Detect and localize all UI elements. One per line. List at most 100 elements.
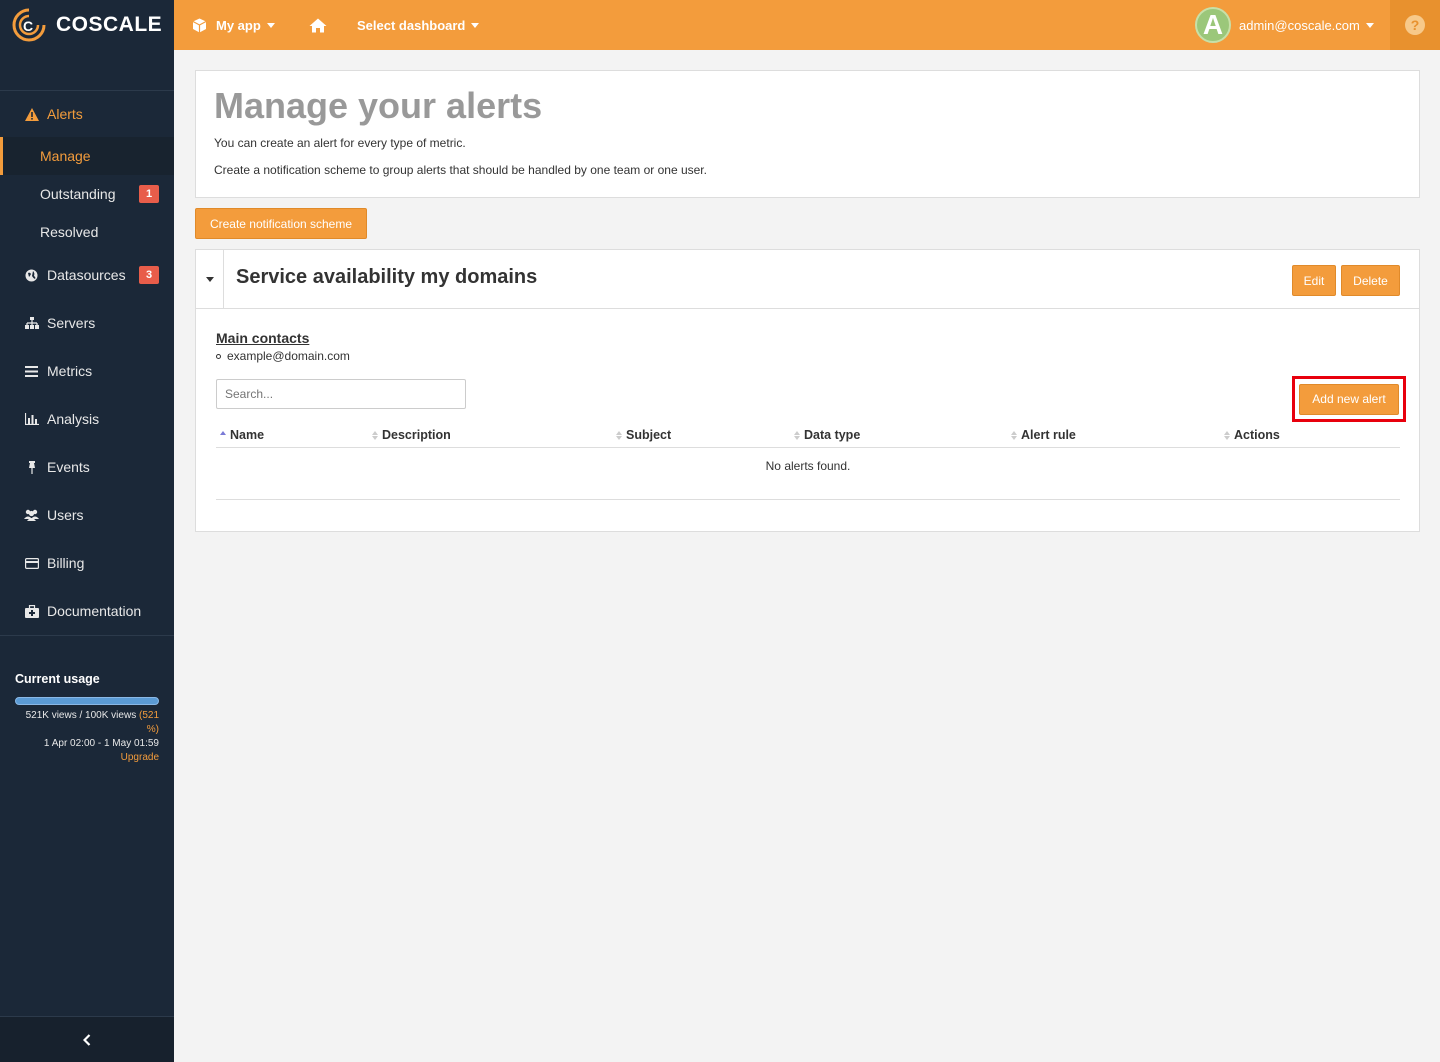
sitemap-icon xyxy=(24,316,39,331)
sidebar-item-events[interactable]: Events xyxy=(0,443,174,491)
sidebar-item-label: Analysis xyxy=(47,411,100,427)
sort-icon xyxy=(616,430,622,440)
sort-icon xyxy=(372,430,378,440)
dashboard-label: Select dashboard xyxy=(357,17,466,33)
sidebar: C COSCALE Alerts Manage Outstanding 1 Re… xyxy=(0,0,174,1062)
app-selector[interactable]: My app xyxy=(192,0,275,50)
main-contacts-title[interactable]: Main contacts xyxy=(216,330,309,346)
column-label: Alert rule xyxy=(1021,428,1076,442)
create-notification-scheme-button[interactable]: Create notification scheme xyxy=(195,208,367,239)
app-label: My app xyxy=(216,17,261,33)
column-label: Data type xyxy=(804,428,861,442)
help-icon: ? xyxy=(1405,15,1425,35)
bar-chart-icon xyxy=(24,412,39,427)
column-header-description[interactable]: Description xyxy=(372,428,451,442)
sort-icon xyxy=(794,430,800,440)
sidebar-item-label: Documentation xyxy=(47,603,142,619)
sidebar-item-alerts[interactable]: Alerts xyxy=(0,91,174,137)
sidebar-item-label: Servers xyxy=(47,315,96,331)
column-header-actions[interactable]: Actions xyxy=(1224,428,1280,442)
column-label: Description xyxy=(382,428,451,442)
sidebar-subitem-resolved[interactable]: Resolved xyxy=(0,213,174,251)
column-header-name[interactable]: Name xyxy=(220,428,264,442)
sidebar-item-billing[interactable]: Billing xyxy=(0,539,174,587)
notification-scheme-panel: Service availability my domains Edit Del… xyxy=(195,249,1420,532)
sidebar-item-analysis[interactable]: Analysis xyxy=(0,395,174,443)
page-title: Manage your alerts xyxy=(214,85,543,126)
sidebar-nav: Alerts Manage Outstanding 1 Resolved Dat… xyxy=(0,90,174,636)
outstanding-count-badge: 1 xyxy=(139,185,159,203)
contact-item: example@domain.com xyxy=(216,349,350,363)
column-header-data-type[interactable]: Data type xyxy=(794,428,860,442)
sidebar-divider xyxy=(0,635,174,636)
svg-text:C: C xyxy=(23,18,33,34)
avatar: A xyxy=(1195,7,1231,43)
page-description-1: You can create an alert for every type o… xyxy=(214,136,466,150)
scheme-header: Service availability my domains Edit Del… xyxy=(196,250,1419,309)
usage-views: 521K views / 100K views (521 %) xyxy=(15,709,159,737)
list-icon xyxy=(24,364,39,379)
add-new-alert-button[interactable]: Add new alert xyxy=(1299,383,1399,415)
search-input[interactable] xyxy=(216,379,466,409)
sort-icon xyxy=(1224,430,1230,440)
sidebar-item-servers[interactable]: Servers xyxy=(0,299,174,347)
datasources-count-badge: 3 xyxy=(139,266,159,284)
delete-button[interactable]: Delete xyxy=(1341,265,1400,296)
brand-name: COSCALE xyxy=(56,13,163,36)
collapse-sidebar-button[interactable] xyxy=(0,1016,174,1062)
sidebar-item-label: Billing xyxy=(47,555,85,571)
sidebar-item-label: Metrics xyxy=(47,363,93,379)
sort-icon xyxy=(1011,430,1017,440)
empty-table-message: No alerts found. xyxy=(216,448,1400,500)
sidebar-subitem-manage[interactable]: Manage xyxy=(0,137,174,175)
upgrade-link[interactable]: Upgrade xyxy=(15,751,159,765)
bullet-icon xyxy=(216,353,221,359)
credit-card-icon xyxy=(24,556,39,571)
home-button[interactable] xyxy=(309,0,327,50)
page-header: Manage your alerts You can create an ale… xyxy=(195,70,1420,198)
sidebar-subitem-label: Resolved xyxy=(40,224,99,240)
column-header-alert-rule[interactable]: Alert rule xyxy=(1011,428,1076,442)
chevron-down-icon xyxy=(471,22,480,28)
column-header-subject[interactable]: Subject xyxy=(616,428,671,442)
pin-icon xyxy=(24,460,39,475)
chevron-left-icon xyxy=(83,1033,91,1046)
page-description-2: Create a notification scheme to group al… xyxy=(214,163,707,177)
globe-icon xyxy=(24,268,39,283)
sidebar-item-datasources[interactable]: Datasources 3 xyxy=(0,251,174,299)
coscale-logo-icon: C xyxy=(12,8,46,42)
sidebar-item-label: Users xyxy=(47,507,84,523)
table-header: Name Description Subject Data type Alert… xyxy=(216,424,1400,448)
top-bar: My app Select dashboard A admin@coscale.… xyxy=(174,0,1440,50)
usage-percent: (521 %) xyxy=(138,710,159,735)
warning-icon xyxy=(24,107,39,122)
sidebar-item-documentation[interactable]: Documentation xyxy=(0,587,174,635)
scheme-title: Service availability my domains xyxy=(236,266,538,288)
dashboard-selector[interactable]: Select dashboard xyxy=(357,0,480,50)
sort-asc-icon xyxy=(220,430,226,440)
users-icon xyxy=(24,508,39,523)
add-new-alert-highlight: Add new alert xyxy=(1292,376,1406,422)
sidebar-item-metrics[interactable]: Metrics xyxy=(0,347,174,395)
usage-progress-bar xyxy=(15,697,159,705)
column-label: Actions xyxy=(1234,428,1280,442)
usage-title: Current usage xyxy=(15,672,100,686)
sidebar-item-label: Events xyxy=(47,459,90,475)
collapse-scheme-toggle[interactable] xyxy=(196,250,224,308)
sidebar-subitem-label: Outstanding xyxy=(40,186,116,202)
usage-period: 1 Apr 02:00 - 1 May 01:59 xyxy=(43,738,159,749)
caret-down-icon xyxy=(205,276,214,282)
sidebar-item-users[interactable]: Users xyxy=(0,491,174,539)
chevron-down-icon xyxy=(1365,22,1374,28)
help-button[interactable]: ? xyxy=(1390,0,1440,50)
edit-button[interactable]: Edit xyxy=(1292,265,1336,296)
alerts-table: Name Description Subject Data type Alert… xyxy=(216,424,1400,500)
current-usage: Current usage 521K views / 100K views (5… xyxy=(15,672,159,765)
user-email: admin@coscale.com xyxy=(1239,17,1360,33)
sidebar-subitem-outstanding[interactable]: Outstanding 1 xyxy=(0,175,174,213)
sidebar-item-label: Datasources xyxy=(47,267,126,283)
first-aid-icon xyxy=(24,604,39,619)
chevron-down-icon xyxy=(266,22,275,28)
user-menu[interactable]: A admin@coscale.com xyxy=(1195,0,1374,50)
logo[interactable]: C COSCALE xyxy=(0,0,174,50)
